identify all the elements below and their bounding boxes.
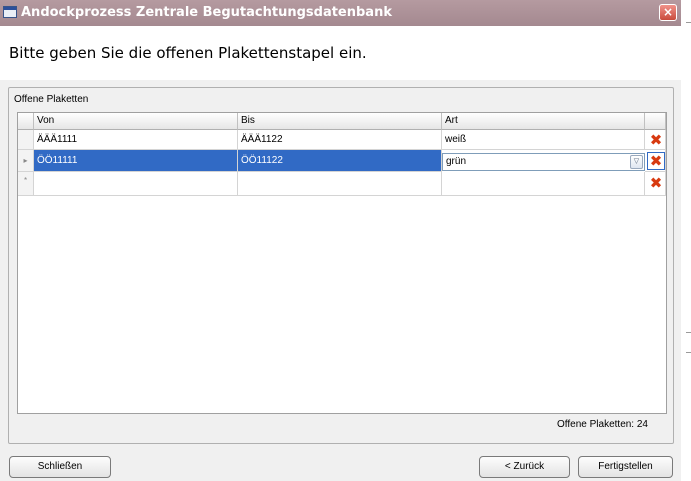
back-button[interactable]: < Zurück <box>479 456 570 478</box>
column-header-delete <box>645 113 666 130</box>
row-header-selected[interactable]: ▸ <box>18 150 34 172</box>
delete-row-icon[interactable]: ✖ <box>647 152 665 170</box>
background-edge <box>681 0 691 481</box>
grid-cell-von-new[interactable] <box>34 172 238 196</box>
row-header[interactable] <box>18 130 34 150</box>
row-header-new[interactable]: * <box>18 172 34 196</box>
grid-cell-bis[interactable]: ÖÖ11122 <box>238 150 442 172</box>
column-header-von[interactable]: Von <box>34 113 238 130</box>
finish-button[interactable]: Fertigstellen <box>578 456 673 478</box>
edge-line <box>686 352 691 353</box>
grid-corner-header <box>18 113 34 130</box>
dialog-window: Andockprozess Zentrale Begutachtungsdate… <box>0 0 681 481</box>
grid-cell-art-new[interactable] <box>442 172 645 196</box>
window-close-button[interactable]: × <box>659 4 677 21</box>
art-combobox[interactable]: grün ▽ <box>442 153 645 171</box>
grid-cell-von[interactable]: ÖÖ11111 <box>34 150 238 172</box>
grid-cell-von[interactable]: ÄÄÄ1111 <box>34 130 238 150</box>
grid-cell-bis[interactable]: ÄÄÄ1122 <box>238 130 442 150</box>
edge-line <box>686 22 691 23</box>
grid-cell-bis-new[interactable] <box>238 172 442 196</box>
group-label: Offene Plaketten <box>14 94 89 105</box>
column-header-art[interactable]: Art <box>442 113 645 130</box>
chevron-down-icon[interactable]: ▽ <box>630 155 643 169</box>
edge-line <box>686 332 691 333</box>
title-bar[interactable]: Andockprozess Zentrale Begutachtungsdate… <box>0 0 681 26</box>
column-header-bis[interactable]: Bis <box>238 113 442 130</box>
app-window-icon <box>3 6 17 18</box>
delete-row-icon[interactable]: ✖ <box>649 176 663 191</box>
wizard-header: Bitte geben Sie die offenen Plakettensta… <box>0 26 681 80</box>
art-combobox-value: grün <box>446 156 467 167</box>
instruction-text: Bitte geben Sie die offenen Plakettensta… <box>9 44 367 62</box>
close-button[interactable]: Schließen <box>9 456 111 478</box>
badge-stack-grid: Von Bis Art ÄÄÄ1111 ÄÄÄ1122 weiß ✖ ▸ ÖÖ1… <box>17 112 667 414</box>
open-badges-count: Offene Plaketten: 24 <box>557 419 648 430</box>
window-title: Andockprozess Zentrale Begutachtungsdate… <box>21 5 392 20</box>
grid-cell-art[interactable]: weiß <box>442 130 645 150</box>
delete-row-icon[interactable]: ✖ <box>649 133 663 148</box>
